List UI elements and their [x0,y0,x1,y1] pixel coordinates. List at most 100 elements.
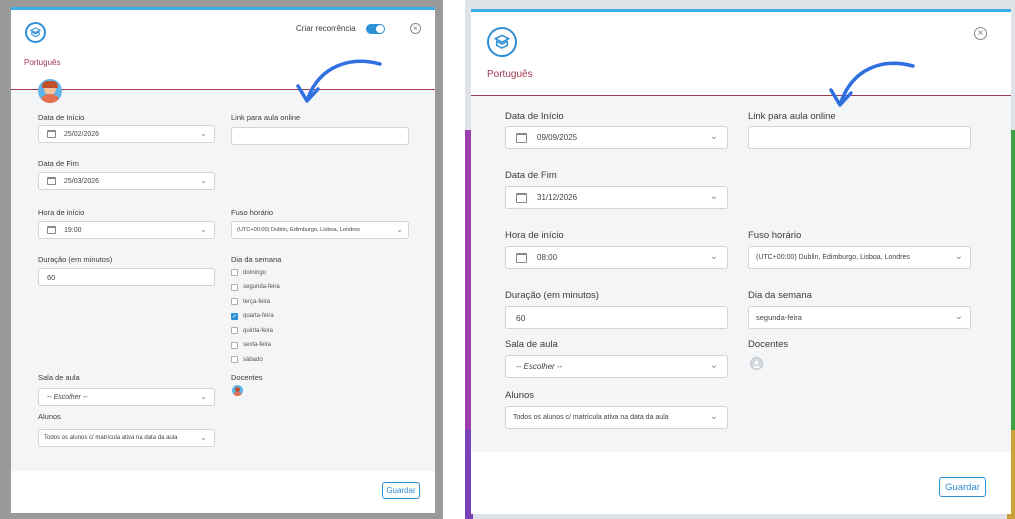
room-label: Sala de aula [505,339,558,350]
recurrence-label: Criar recorrência [296,24,356,33]
weekday-option-label: terça-feira [243,298,271,305]
weekday-option[interactable]: terça-feira [231,298,270,305]
end-date-select[interactable]: 31/12/2026 ⌄ [505,186,728,209]
checkbox[interactable] [231,269,238,276]
subject-title: Português [487,69,533,80]
chevron-down-icon: ⌄ [200,129,207,138]
weekday-option-label: domingo [243,269,267,276]
right-screenshot: Português × Data de Início 09/09/2025 ⌄ … [465,0,1015,519]
start-time-select[interactable]: 08:00 ⌄ [505,246,728,269]
link-label: Link para aula online [231,113,301,122]
checkbox[interactable] [231,298,238,305]
duration-label: Duração (em minutos) [38,255,113,264]
chevron-down-icon: ⌄ [709,251,718,262]
weekday-label: Dia da semana [231,255,282,264]
timezone-label: Fuso horário [748,230,802,241]
save-button[interactable]: Guardar [939,477,986,497]
weekday-option[interactable]: ✓ quarta-feira [231,312,274,320]
lesson-modal: Português × Data de Início 09/09/2025 ⌄ … [471,9,1011,514]
duration-input[interactable]: 60 [38,268,215,286]
form-area: Data de Início 09/09/2025 ⌄ Data de Fim … [471,95,1011,452]
weekday-option[interactable]: sábado [231,356,263,363]
weekday-option-label: quarta-feira [243,313,274,319]
close-icon[interactable]: × [410,23,421,34]
start-date-select[interactable]: 09/09/2025 ⌄ [505,126,728,149]
weekday-value: segunda-feira [756,313,802,322]
chevron-down-icon: ⌄ [954,311,963,322]
students-value: Todos os alunos c/ matrícula ativa na da… [513,414,669,421]
subject-title: Português [24,58,61,67]
book-logo-icon [25,22,46,43]
checkbox[interactable] [231,283,238,291]
link-label: Link para aula online [748,111,836,122]
start-date-label: Data de Início [38,113,85,122]
timezone-value: (UTC+00:00) Dublin, Edimburgo, Lisboa, L… [237,227,360,233]
save-button[interactable]: Guardar [382,482,420,499]
teacher-avatar-small[interactable] [232,385,243,396]
students-select[interactable]: Todos os alunos c/ matrícula ativa na da… [38,429,215,447]
checkbox[interactable] [231,327,238,334]
duration-input[interactable]: 60 [505,306,728,329]
room-value: -- Escolher -- [516,362,563,371]
start-date-value: 25/02/2026 [64,130,100,138]
weekday-select[interactable]: segunda-feira ⌄ [748,306,971,329]
link-input[interactable] [748,126,971,149]
teacher-avatar [38,79,62,103]
start-time-select[interactable]: 19:00 ⌄ [38,221,215,239]
recurrence-toggle[interactable] [366,24,385,34]
duration-label: Duração (em minutos) [505,290,599,301]
arrow-icon [296,59,382,103]
book-logo-icon [487,27,517,57]
teachers-label: Docentes [231,373,263,382]
chevron-down-icon: ⌄ [396,225,403,234]
chevron-down-icon: ⌄ [709,360,718,371]
calendar-icon [516,132,527,143]
end-date-label: Data de Fim [505,170,557,181]
calendar-icon [516,192,527,203]
room-value: -- Escolher -- [47,393,88,401]
weekday-option[interactable]: domingo [231,269,266,276]
close-icon[interactable]: × [974,27,987,40]
weekday-option-label: sexta-feira [243,342,272,348]
start-time-value: 08:00 [537,253,558,262]
timezone-label: Fuso horário [231,208,274,217]
room-select[interactable]: -- Escolher -- ⌄ [38,388,215,406]
start-time-value: 19:00 [64,226,82,234]
weekday-option[interactable]: segunda-feira [231,283,280,291]
weekday-option[interactable]: quinta-feira [231,327,273,334]
students-select[interactable]: Todos os alunos c/ matrícula ativa na da… [505,406,728,429]
students-value: Todos os alunos c/ matrícula ativa na da… [44,435,178,441]
chevron-down-icon: ⌄ [200,392,207,401]
checkbox[interactable] [231,341,238,349]
start-date-value: 09/09/2025 [537,133,578,142]
teacher-placeholder-icon[interactable] [750,357,763,370]
weekday-label: Dia da semana [748,290,812,301]
chevron-down-icon: ⌄ [709,191,718,202]
link-input[interactable] [231,127,409,145]
checkbox-checked[interactable]: ✓ [231,312,238,320]
weekday-option[interactable]: sexta-feira [231,341,272,349]
clock-icon [516,252,527,263]
timezone-select[interactable]: (UTC+00:00) Dublin, Edimburgo, Lisboa, L… [748,246,971,269]
start-date-label: Data de Início [505,111,564,122]
chevron-down-icon: ⌄ [200,433,207,442]
calendar-icon [47,130,56,138]
checkbox[interactable] [231,356,238,363]
arrow-icon [829,61,915,107]
end-date-select[interactable]: 25/03/2026 ⌄ [38,172,215,190]
end-date-value: 31/12/2026 [537,193,578,202]
chevron-down-icon: ⌄ [709,411,718,422]
start-date-select[interactable]: 25/02/2026 ⌄ [38,125,215,143]
students-label: Alunos [38,412,61,421]
start-time-label: Hora de início [505,230,564,241]
end-date-value: 25/03/2026 [64,177,100,185]
start-time-label: Hora de início [38,208,85,217]
form-area: Data de Início 25/02/2026 ⌄ Data de Fim … [11,89,435,471]
room-select[interactable]: -- Escolher -- ⌄ [505,355,728,378]
students-label: Alunos [505,390,535,401]
timezone-select[interactable]: (UTC+00:00) Dublin, Edimburgo, Lisboa, L… [231,221,409,239]
chevron-down-icon: ⌄ [200,225,207,234]
calendar-icon [47,177,56,185]
weekday-option-label: sábado [243,356,263,363]
left-screenshot: Português Criar recorrência × Data de In… [0,0,443,519]
